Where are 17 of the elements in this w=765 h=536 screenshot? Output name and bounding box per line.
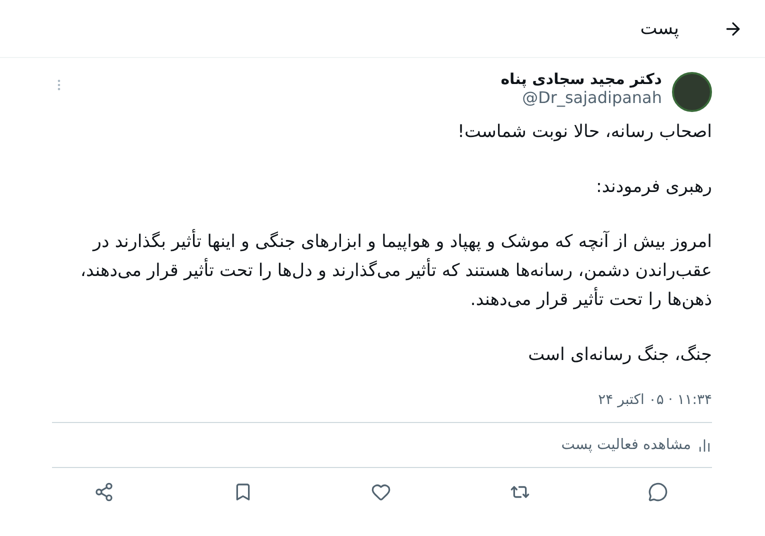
heart-button[interactable]: [371, 482, 391, 502]
share-button[interactable]: [94, 482, 114, 502]
page-title: پست: [640, 18, 679, 39]
avatar[interactable]: [672, 72, 712, 112]
reply-button[interactable]: [648, 482, 668, 502]
post-text: اصحاب رسانه، حالا نوبت شماست!: [456, 121, 712, 144]
share-icon: [94, 482, 114, 502]
view-activity-link[interactable]: مشاهده فعالیت پست: [52, 423, 712, 468]
author-name: دکتر مجید سجادی پناه: [500, 70, 662, 88]
post-text: رهبری فرمودند:: [594, 176, 712, 199]
post-timestamp: ۱۱:۳۴ · ۰۵ اکتبر ۲۴: [52, 392, 712, 423]
post-text: جنگ، جنگ رسانه‌ای است: [527, 344, 712, 367]
reply-icon: [648, 482, 668, 502]
bar-chart-icon: [697, 438, 712, 452]
heart-icon: [371, 482, 391, 502]
author-handle: @Dr_sajadipanah: [521, 88, 662, 107]
post-text: امروز بیش از آنچه که موشک و پهپاد و هواپیما و ابزارهای جنگی و اینها تأثیر بگذارند در عقب‌راندن دشمن، رسانه‌ها هستند که تأثیر می‌گذارند و دل‌ها را تحت تأثیر قرار می‌دهند، ذهن‌ها را تحت تأثیر قرار می‌دهند.: [52, 228, 712, 315]
